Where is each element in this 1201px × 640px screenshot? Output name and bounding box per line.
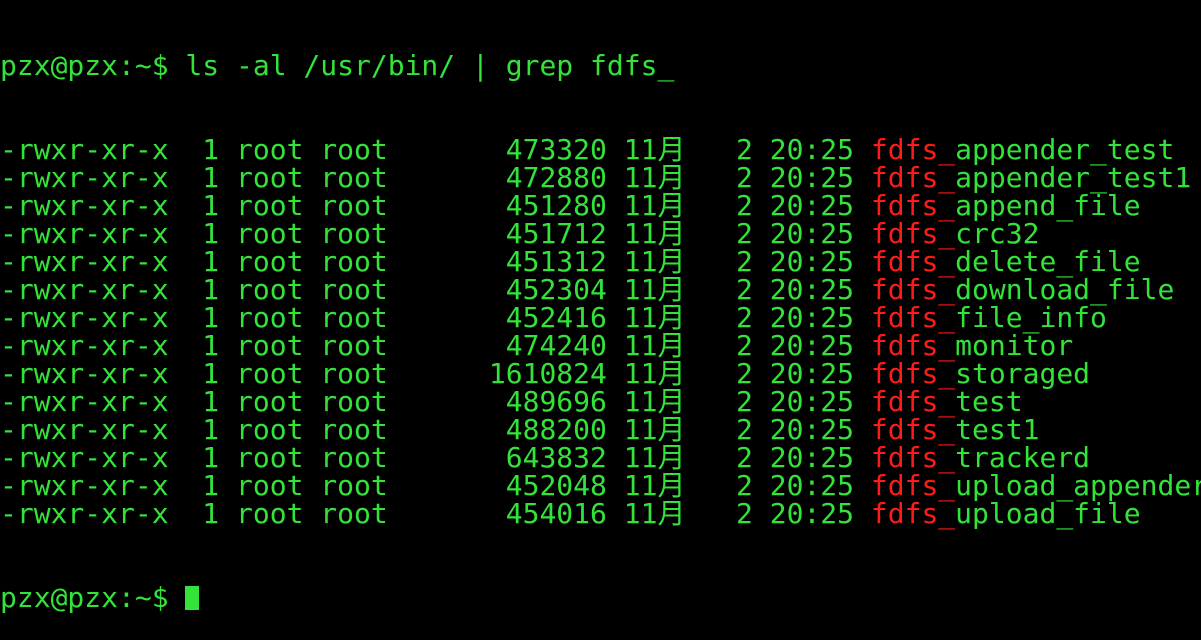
command-line: pzx@pzx:~$ ls -al /usr/bin/ | grep fdfs_ xyxy=(0,49,675,82)
listing-row: -rwxr-xr-x 1 root root 451712 11月 2 20:2… xyxy=(0,220,1201,248)
prompt-text: pzx@pzx:~$ xyxy=(0,581,186,614)
file-name-suffix: upload_file xyxy=(955,497,1141,530)
listing-row: -rwxr-xr-x 1 root root 1610824 11月 2 20:… xyxy=(0,360,1201,388)
listing-row: -rwxr-xr-x 1 root root 472880 11月 2 20:2… xyxy=(0,164,1201,192)
listing-row: -rwxr-xr-x 1 root root 643832 11月 2 20:2… xyxy=(0,444,1201,472)
listing-row: -rwxr-xr-x 1 root root 454016 11月 2 20:2… xyxy=(0,500,1201,528)
listing-row: -rwxr-xr-x 1 root root 474240 11月 2 20:2… xyxy=(0,332,1201,360)
listing-row: -rwxr-xr-x 1 root root 452304 11月 2 20:2… xyxy=(0,276,1201,304)
listing-row: -rwxr-xr-x 1 root root 489696 11月 2 20:2… xyxy=(0,388,1201,416)
grep-match-highlight: fdfs_ xyxy=(870,497,956,530)
terminal-window[interactable]: pzx@pzx:~$ ls -al /usr/bin/ | grep fdfs_… xyxy=(0,0,1201,640)
file-listing: -rwxr-xr-x 1 root root 473320 11月 2 20:2… xyxy=(0,136,1201,528)
next-prompt-line[interactable]: pzx@pzx:~$ xyxy=(0,584,1201,612)
listing-row: -rwxr-xr-x 1 root root 488200 11月 2 20:2… xyxy=(0,416,1201,444)
listing-row: -rwxr-xr-x 1 root root 451312 11月 2 20:2… xyxy=(0,248,1201,276)
row-details: -rwxr-xr-x 1 root root 454016 11月 2 20:2… xyxy=(0,497,871,530)
listing-row: -rwxr-xr-x 1 root root 452048 11月 2 20:2… xyxy=(0,472,1201,500)
listing-row: -rwxr-xr-x 1 root root 452416 11月 2 20:2… xyxy=(0,304,1201,332)
listing-row: -rwxr-xr-x 1 root root 473320 11月 2 20:2… xyxy=(0,136,1201,164)
listing-row: -rwxr-xr-x 1 root root 451280 11月 2 20:2… xyxy=(0,192,1201,220)
text-cursor xyxy=(185,586,200,610)
